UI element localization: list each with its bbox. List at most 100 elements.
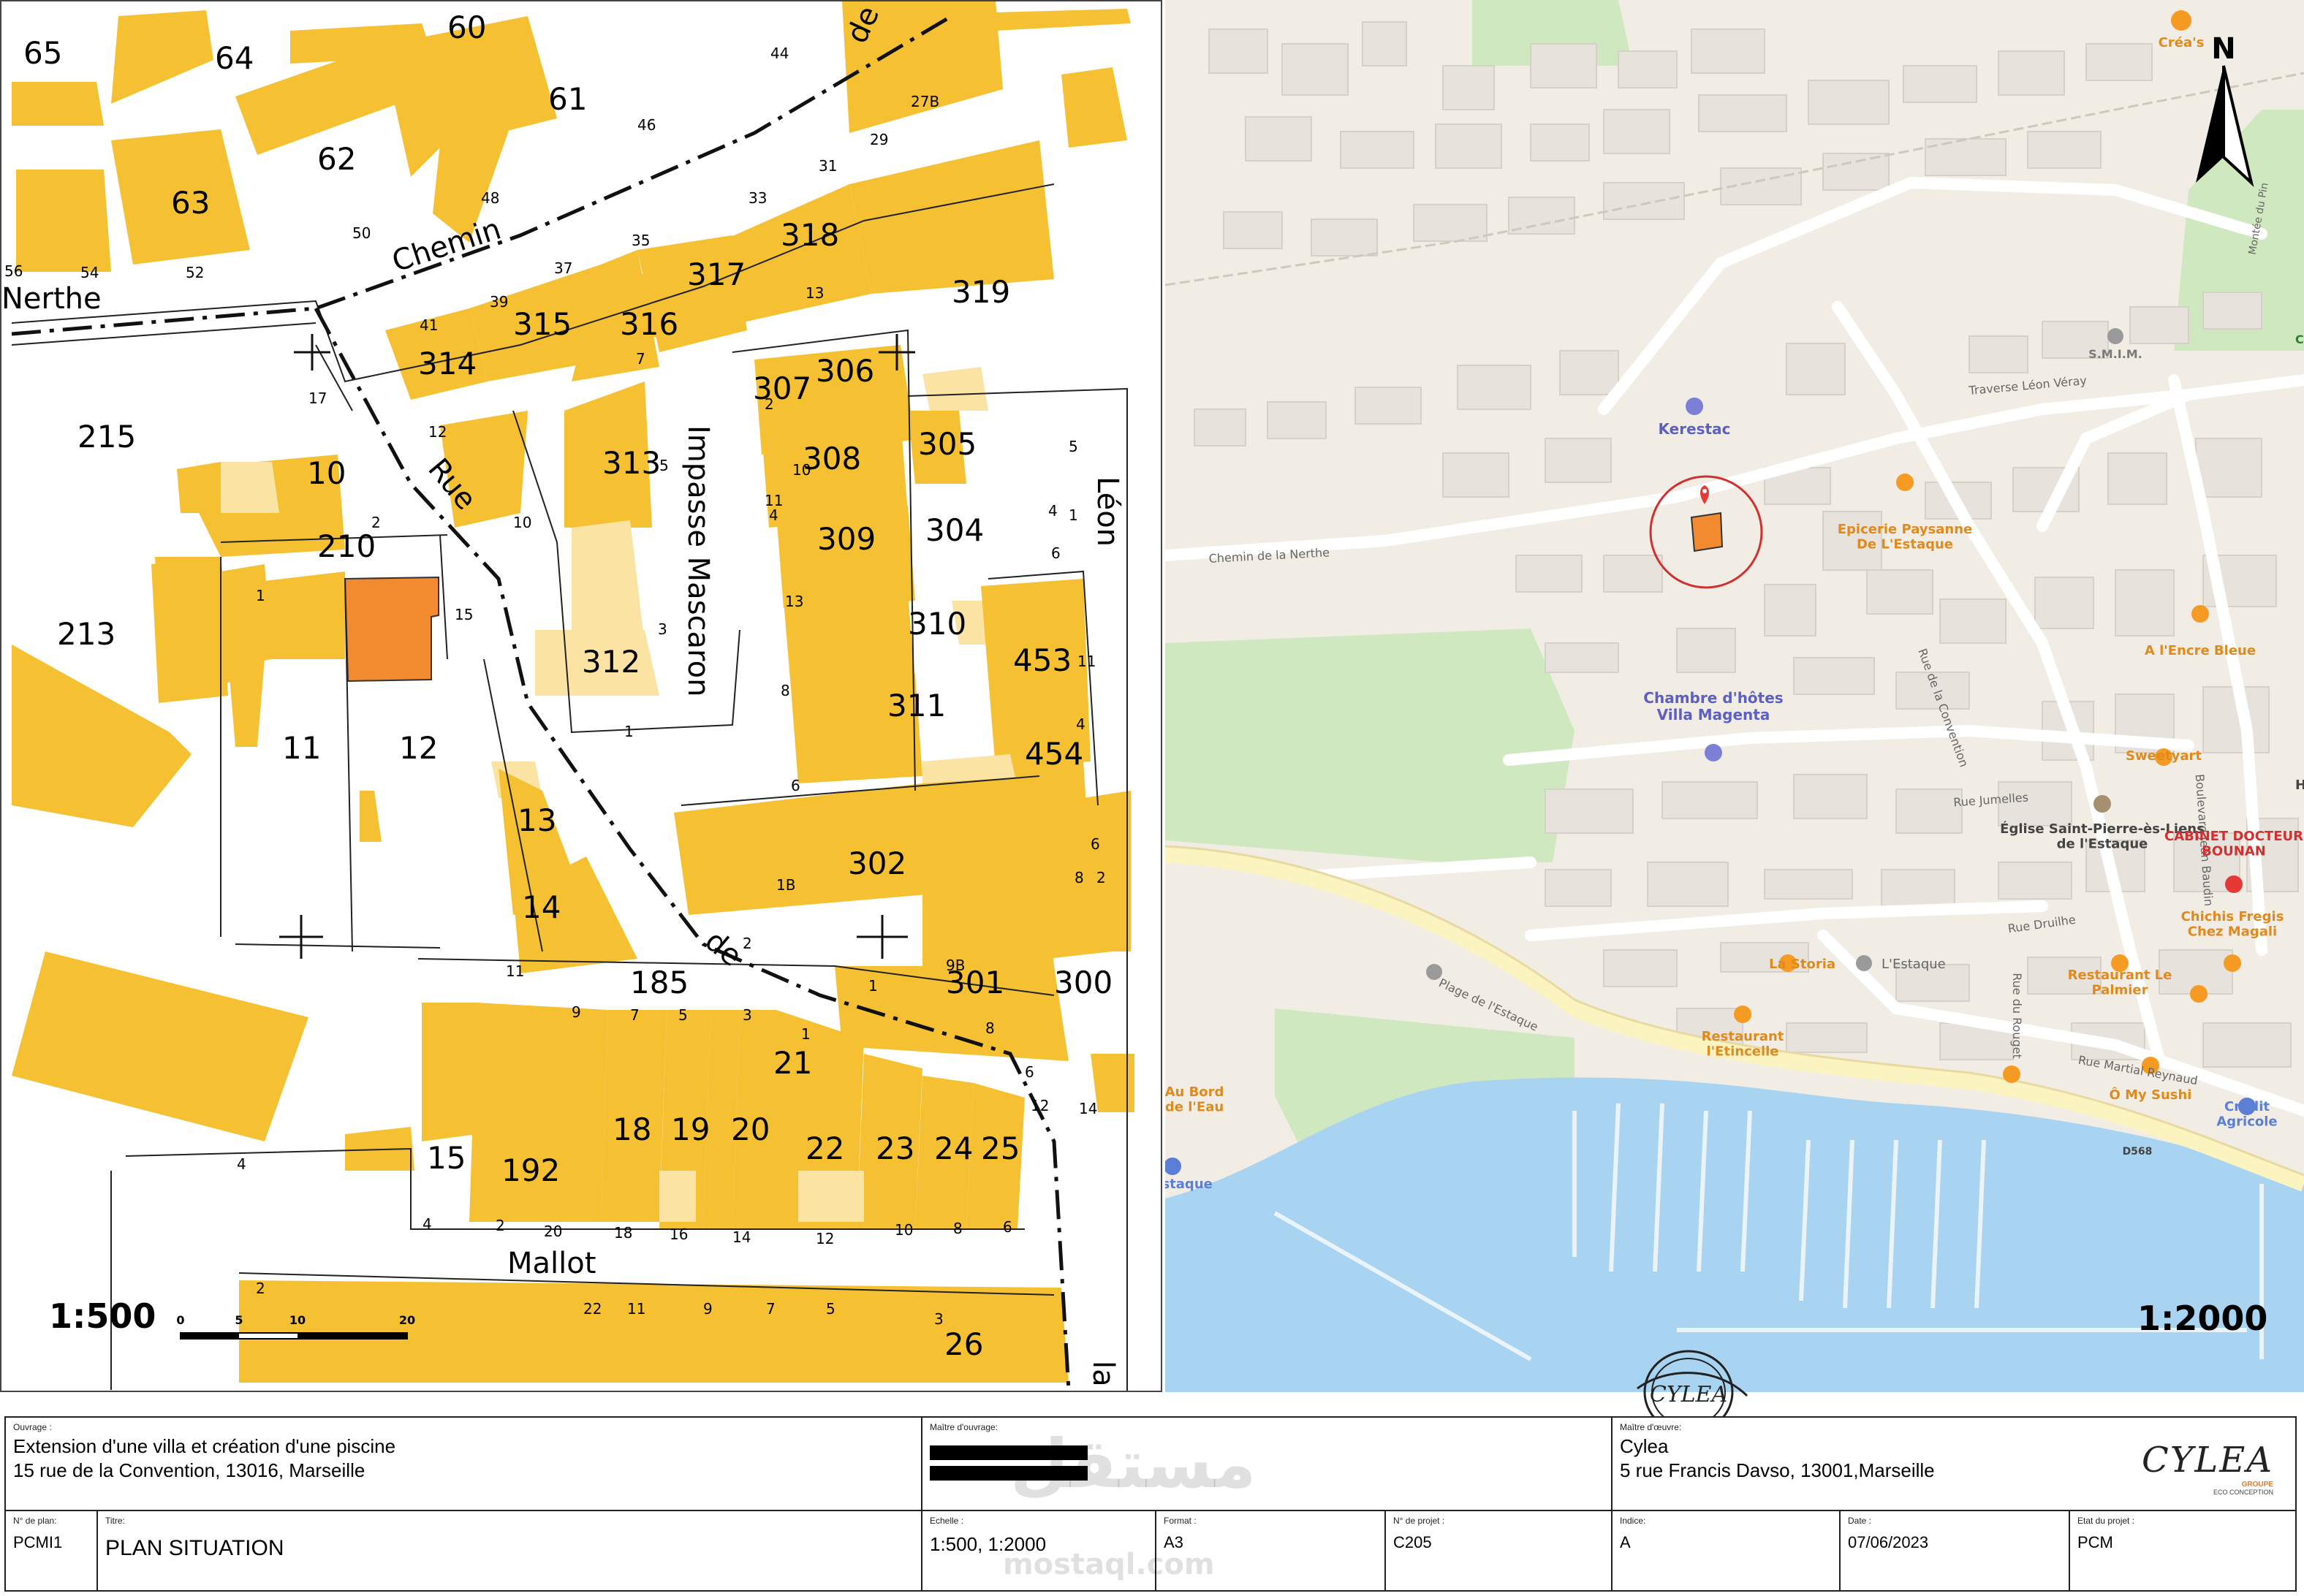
parcel-number: 65: [23, 35, 62, 71]
building-footprint: [1442, 65, 1495, 110]
projet-caption: N° de projet :: [1393, 1516, 1445, 1526]
house-number: 1: [801, 1025, 811, 1043]
building-footprint: [1691, 28, 1765, 74]
house-number: 4: [237, 1155, 246, 1173]
indice: A: [1620, 1533, 1631, 1551]
map-label: Restaurant l'Etincelle: [1702, 1029, 1784, 1060]
hotel-icon: [1686, 398, 1703, 415]
parcel-number: 306: [816, 353, 874, 389]
parcel-number: 13: [518, 802, 556, 838]
parcel-number: 18: [613, 1112, 651, 1147]
parcel-number: 12: [399, 730, 438, 766]
plan-no-caption: N° de plan:: [13, 1516, 57, 1526]
scalebar-tick-5: 5: [235, 1313, 243, 1327]
building-footprint: [1881, 869, 1955, 907]
maitre-oeuvre-cell: Maître d'œuvre: Cylea 5 rue Francis Davs…: [1613, 1418, 2295, 1511]
parcel-number: 309: [817, 521, 876, 557]
house-number: 1B: [776, 876, 795, 894]
building-footprint: [1998, 862, 2072, 900]
building-footprint: [1413, 204, 1488, 242]
house-number: 4: [1048, 502, 1058, 520]
parcel-number: 307: [753, 370, 811, 406]
house-number: 10: [513, 514, 531, 531]
building-footprint: [2129, 306, 2189, 344]
building-footprint: [1208, 28, 1268, 74]
building-footprint: [2202, 292, 2262, 330]
parcel-number: 314: [418, 346, 477, 381]
house-number: 13: [806, 284, 824, 302]
house-number: 2: [743, 935, 752, 952]
building-footprint: [1793, 774, 1868, 819]
building-footprint: [1647, 862, 1729, 907]
date-cell: Date : 07/06/2023: [1841, 1511, 2070, 1590]
parcel-number: 25: [981, 1130, 1020, 1166]
building-footprint: [1545, 642, 1619, 673]
restaurant-icon: [2190, 985, 2208, 1003]
building-footprint: [1698, 94, 1787, 132]
building-footprint: [1939, 598, 2006, 644]
parcel-number: 210: [317, 528, 376, 564]
building-footprint: [2115, 569, 2175, 636]
house-number: 14: [1079, 1100, 1097, 1117]
parcel-number: 185: [630, 965, 689, 1000]
logo-sub2: ECO CONCEPTION: [2213, 1489, 2273, 1496]
cadastral-plan: 65 64 60 61 62 63 318 317 316 315 314 319 307 306 305 3…: [0, 0, 1162, 1392]
house-number: 11: [506, 962, 524, 980]
building-footprint: [2202, 1022, 2292, 1068]
map-label: Crédit Agricole: [2216, 1099, 2277, 1130]
house-number: 7: [636, 350, 645, 368]
building-footprint: [1530, 43, 1597, 88]
map-label: A l'Encre Bleue: [2145, 643, 2256, 658]
house-number: 15: [455, 606, 473, 623]
house-number: 2: [1096, 869, 1106, 886]
building-footprint: [1281, 43, 1349, 96]
building-footprint: [1530, 123, 1590, 162]
parcel-number: 192: [501, 1152, 560, 1188]
parcel-number: 311: [887, 688, 946, 723]
parcel-number: 213: [57, 616, 115, 652]
house-number: 9: [572, 1003, 581, 1021]
house-number: 33: [749, 189, 767, 207]
place-icon: [1856, 955, 1872, 971]
house-number: 12: [428, 423, 447, 441]
building-footprint: [1603, 109, 1670, 154]
restaurant-icon: [2171, 10, 2191, 31]
house-number: 27B: [911, 93, 939, 110]
house-number: 10: [895, 1221, 913, 1239]
house-number: 18: [614, 1224, 632, 1242]
maitre-oeuvre-caption: Maître d'œuvre:: [1620, 1422, 1682, 1432]
house-number: 1: [868, 977, 878, 995]
building-footprint: [2107, 452, 2167, 505]
map-label: Epicerie Paysanne De L'Estaque: [1838, 522, 1972, 552]
map-label: Ch: [2295, 332, 2304, 346]
place-icon: [1426, 964, 1442, 980]
parcel-number: 24: [934, 1130, 973, 1166]
subject-building: [1690, 512, 1724, 552]
building-footprint: [1764, 869, 1853, 900]
building-footprint: [2195, 438, 2262, 498]
plan-no-cell: N° de plan: PCMI1: [6, 1511, 98, 1590]
parcel-number: 315: [513, 306, 572, 342]
parcel-number: 312: [582, 644, 640, 680]
church-icon: [2093, 795, 2111, 813]
parcel-number: 318: [781, 217, 839, 253]
building-footprint: [1435, 123, 1502, 169]
north-label: N: [2211, 32, 2235, 66]
building-footprint: [2085, 43, 2153, 81]
house-number: 41: [420, 316, 438, 334]
house-number: 7: [766, 1300, 776, 1318]
building-footprint: [1194, 408, 1246, 446]
house-number: 6: [791, 777, 800, 794]
restaurant-icon: [2224, 954, 2241, 972]
parcel-number: 26: [944, 1326, 983, 1362]
ouvrage-title: Extension d'une villa et création d'une …: [13, 1435, 396, 1457]
house-number: 4: [1076, 715, 1085, 733]
parcel-number: 21: [773, 1045, 812, 1081]
parcel-number: 23: [876, 1130, 914, 1166]
building-footprint: [1998, 50, 2065, 96]
house-number: 12: [1031, 1097, 1049, 1114]
house-number: 35: [632, 232, 650, 249]
building-footprint: [1603, 555, 1663, 593]
parcel-number: 305: [918, 426, 977, 462]
house-number: 14: [732, 1228, 751, 1246]
